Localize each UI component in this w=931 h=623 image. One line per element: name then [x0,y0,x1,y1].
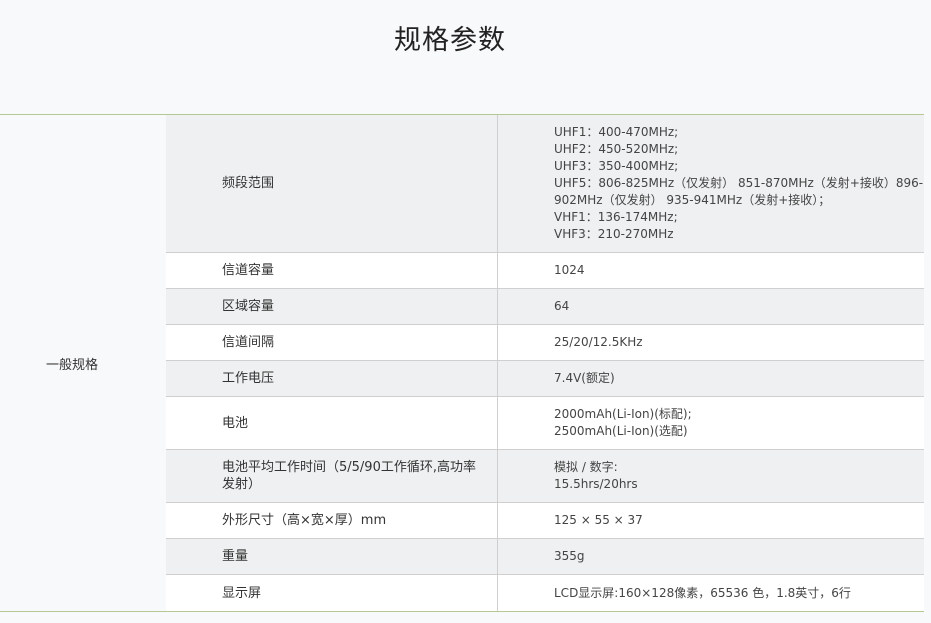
table-row: 显示屏 LCD显示屏:160×128像素，65536 色，1.8英寸，6行 [166,575,924,611]
spec-name-channels: 信道容量 [166,253,498,288]
value-line: 15.5hrs/20hrs [554,477,638,491]
value-line: UHF5：806-825MHz（仅发射） 851-870MHz（发射+接收）89… [554,176,924,190]
value-line: 2000mAh(Li-Ion)(标配); [554,407,692,421]
value-line: 7.4V(额定) [554,371,615,385]
spec-value-battery: 2000mAh(Li-Ion)(标配); 2500mAh(Li-Ion)(选配) [498,397,924,449]
spec-value-display: LCD显示屏:160×128像素，65536 色，1.8英寸，6行 [498,575,924,611]
value-line: 64 [554,299,570,313]
spec-value-frequency: UHF1：400-470MHz; UHF2：450-520MHz; UHF3：3… [498,115,924,252]
spec-name-spacing: 信道间隔 [166,325,498,360]
table-row: 信道间隔 25/20/12.5KHz [166,325,924,361]
spec-name-dimensions: 外形尺寸（高×宽×厚）mm [166,503,498,538]
spec-table: 一般规格 频段范围 UHF1：400-470MHz; UHF2：450-520M… [0,114,924,612]
value-line: 2500mAh(Li-Ion)(选配) [554,424,688,438]
spec-name-voltage: 工作电压 [166,361,498,396]
table-row: 电池 2000mAh(Li-Ion)(标配); 2500mAh(Li-Ion)(… [166,397,924,450]
spec-name-frequency: 频段范围 [166,115,498,252]
group-label: 一般规格 [0,115,166,611]
table-row: 工作电压 7.4V(额定) [166,361,924,397]
spec-rows: 频段范围 UHF1：400-470MHz; UHF2：450-520MHz; U… [166,115,924,611]
table-row: 区域容量 64 [166,289,924,325]
spec-value-spacing: 25/20/12.5KHz [498,325,924,360]
value-line: 25/20/12.5KHz [554,335,643,349]
table-row: 电池平均工作时间（5/5/90工作循环,高功率发射） 模拟 / 数字: 15.5… [166,450,924,503]
spec-value-battery-life: 模拟 / 数字: 15.5hrs/20hrs [498,450,924,502]
table-row: 频段范围 UHF1：400-470MHz; UHF2：450-520MHz; U… [166,115,924,253]
value-line: 1024 [554,263,585,277]
spec-name-zones: 区域容量 [166,289,498,324]
spec-name-weight: 重量 [166,539,498,574]
spec-value-channels: 1024 [498,253,924,288]
spec-name-battery: 电池 [166,397,498,449]
value-line: VHF3：210-270MHz [554,227,674,241]
spec-value-zones: 64 [498,289,924,324]
spec-name-battery-life: 电池平均工作时间（5/5/90工作循环,高功率发射） [166,450,498,502]
value-line: 125 × 55 × 37 [554,513,643,527]
value-line: 355g [554,549,585,563]
page-title: 规格参数 [394,25,506,56]
spec-value-voltage: 7.4V(额定) [498,361,924,396]
value-line: UHF1：400-470MHz; [554,125,679,139]
spec-value-dimensions: 125 × 55 × 37 [498,503,924,538]
value-line: 902MHz（仅发射） 935-941MHz（发射+接收）； [554,193,831,207]
table-row: 外形尺寸（高×宽×厚）mm 125 × 55 × 37 [166,503,924,539]
value-line: 模拟 / 数字: [554,460,618,474]
spec-value-weight: 355g [498,539,924,574]
table-row: 信道容量 1024 [166,253,924,289]
value-line: UHF2：450-520MHz; [554,142,679,156]
value-line: VHF1：136-174MHz; [554,210,678,224]
spec-name-display: 显示屏 [166,575,498,611]
value-line: UHF3：350-400MHz; [554,159,679,173]
value-line: LCD显示屏:160×128像素，65536 色，1.8英寸，6行 [554,585,851,600]
table-row: 重量 355g [166,539,924,575]
